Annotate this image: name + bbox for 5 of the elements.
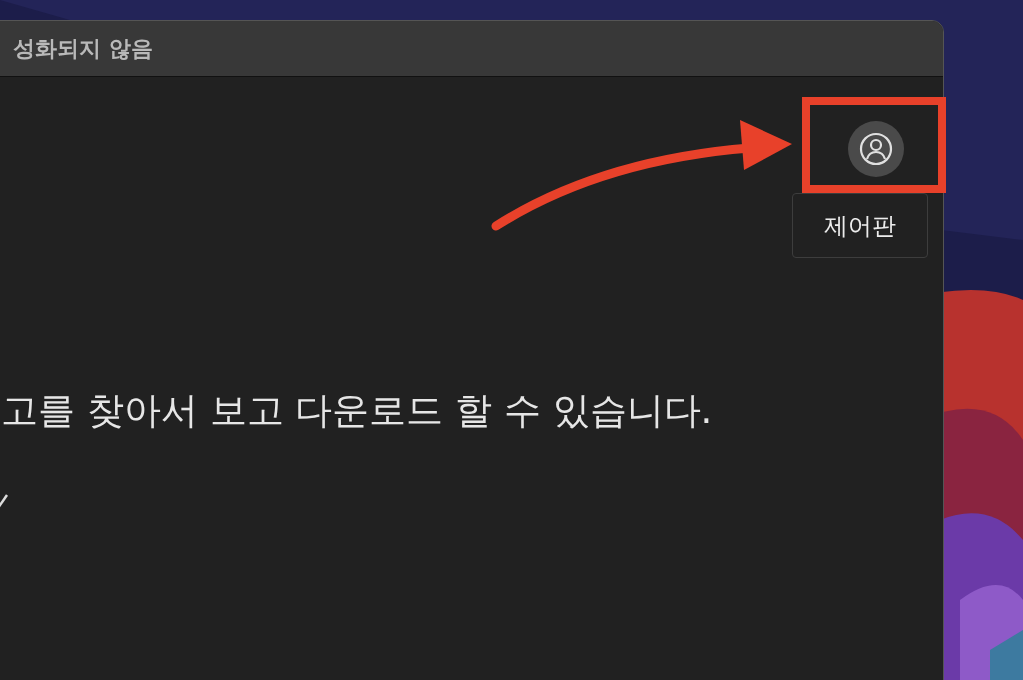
- tooltip-text: 제어판: [824, 210, 896, 242]
- profile-button[interactable]: [848, 121, 904, 177]
- window-title: 성화되지 않음: [13, 35, 153, 63]
- description-text: 고를 찾아서 보고 다운로드 할 수 있습니다.: [1, 392, 713, 429]
- user-icon: [859, 132, 893, 166]
